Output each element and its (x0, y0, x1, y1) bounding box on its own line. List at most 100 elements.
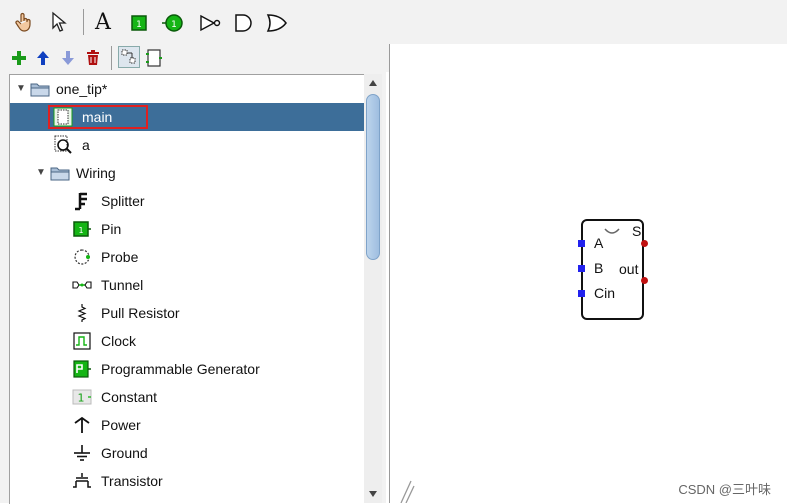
not-gate-icon (200, 14, 221, 32)
splitter-icon (75, 192, 87, 211)
input-label-a: A (594, 235, 604, 251)
folder-icon (30, 83, 50, 97)
pull-resistor-icon (77, 304, 87, 322)
scrollbar-thumb[interactable] (366, 94, 380, 260)
tree-item-ground[interactable]: Ground (10, 439, 364, 467)
scroll-up-button[interactable] (364, 74, 382, 92)
tree-item-label: a (82, 137, 90, 153)
output-label-s: S (632, 223, 642, 239)
tree-item-label: Wiring (76, 165, 116, 181)
pin-icon: 1 (73, 221, 91, 237)
output-port-out[interactable] (641, 277, 648, 284)
input-port-b[interactable] (578, 265, 585, 272)
power-icon (74, 416, 90, 433)
project-label: one_tip* (56, 81, 108, 97)
tree-item-label: Transistor (101, 473, 163, 489)
not-gate-tool[interactable] (198, 12, 222, 34)
tree-item-transistor[interactable]: Transistor (10, 467, 364, 495)
text-tool[interactable]: A (92, 9, 114, 35)
arrow-up-icon (369, 80, 377, 86)
input-port-cin[interactable] (578, 290, 585, 297)
show-simulation-button[interactable] (144, 47, 164, 69)
tree-item-label: Constant (101, 389, 158, 405)
tree-item-project[interactable]: ▼ one_tip* (10, 75, 364, 103)
toolbar-separator (83, 9, 84, 35)
show-tools-button[interactable] (118, 46, 140, 68)
svg-text:1: 1 (171, 20, 177, 30)
ground-icon (74, 445, 90, 461)
or-gate-tool[interactable] (266, 12, 288, 34)
output-label-out: out (619, 261, 639, 277)
resize-grip-icon[interactable] (398, 477, 418, 503)
tree-item-constant[interactable]: 1 Constant (10, 383, 364, 411)
expand-arrow-icon[interactable]: ▼ (36, 167, 46, 178)
tree-item-pin[interactable]: 1 Pin (10, 215, 364, 243)
tree-item-label: Splitter (101, 193, 145, 209)
svg-text:1: 1 (78, 392, 85, 405)
tree-item-programmable-generator[interactable]: Programmable Generator (10, 355, 364, 383)
simulation-icon (146, 49, 162, 67)
input-pin-icon: 1 (131, 15, 147, 31)
arrow-down-icon (369, 491, 377, 497)
tree-item-clock[interactable]: Clock (10, 327, 364, 355)
expand-arrow-icon[interactable]: ▼ (16, 83, 26, 94)
toolbox-icon (121, 49, 136, 64)
select-tool[interactable] (48, 10, 70, 34)
tree-item-label: Programmable Generator (101, 361, 260, 377)
scroll-down-button[interactable] (364, 485, 382, 503)
circuit-canvas[interactable]: A B Cin S out (389, 44, 787, 503)
tree-item-label: Clock (101, 333, 137, 349)
tree-item-label: Ground (101, 445, 148, 461)
main-toolbar: A 1 1 (0, 0, 787, 44)
tree-item-main[interactable]: main (10, 103, 364, 131)
delete-circuit-button[interactable] (84, 48, 102, 68)
tree-item-tunnel[interactable]: Tunnel (10, 271, 364, 299)
toolbar-separator (111, 46, 112, 70)
move-down-button[interactable] (59, 48, 77, 68)
svg-text:1: 1 (78, 226, 83, 235)
tree-item-label: Power (101, 417, 141, 433)
arrow-up-icon (37, 51, 49, 65)
and-gate-tool[interactable] (232, 12, 254, 34)
text-icon: A (95, 9, 111, 35)
svg-text:1: 1 (136, 20, 142, 30)
hand-icon (15, 12, 31, 32)
tree-item-probe[interactable]: Probe (10, 243, 364, 271)
output-port-s[interactable] (641, 240, 648, 247)
programmable-generator-icon (73, 360, 91, 378)
tree-item-wiring[interactable]: ▼ Wiring (10, 159, 364, 187)
output-pin-icon: 1 (162, 14, 183, 32)
add-circuit-button[interactable] (10, 48, 28, 68)
input-pin-tool[interactable]: 1 (128, 12, 150, 34)
move-up-button[interactable] (34, 48, 52, 68)
arrow-down-icon (62, 51, 74, 65)
input-label-b: B (594, 260, 604, 276)
tree-item-a[interactable]: a (10, 131, 364, 159)
tree-item-label: Probe (101, 249, 139, 265)
pointer-icon (52, 11, 67, 32)
trash-icon (87, 50, 99, 65)
subcircuit-component[interactable]: A B Cin S out (581, 219, 644, 320)
circuit-magnifier-icon (54, 135, 72, 154)
notch-icon (604, 228, 620, 234)
tree-item-label: Tunnel (101, 277, 144, 293)
input-port-a[interactable] (578, 240, 585, 247)
constant-icon: 1 (72, 389, 92, 405)
hand-poke-tool[interactable] (12, 10, 36, 34)
plus-icon (12, 51, 26, 65)
tree-scrollbar[interactable] (364, 74, 382, 503)
watermark: CSDN @三叶味 (678, 482, 771, 497)
input-label-cin: Cin (594, 285, 616, 301)
folder-icon (50, 167, 70, 181)
and-gate-icon (235, 14, 252, 32)
tree-item-pull-resistor[interactable]: Pull Resistor (10, 299, 364, 327)
transistor-icon (73, 473, 91, 488)
circuit-icon (53, 107, 73, 127)
project-tree: ▼ one_tip* main a ▼ Wiring Splitter 1 Pi… (9, 74, 364, 504)
tree-item-splitter[interactable]: Splitter (10, 187, 364, 215)
probe-icon (74, 249, 90, 265)
tree-item-label: Pin (101, 221, 122, 237)
tunnel-icon (72, 281, 92, 289)
output-pin-tool[interactable]: 1 (161, 12, 185, 34)
tree-item-power[interactable]: Power (10, 411, 364, 439)
